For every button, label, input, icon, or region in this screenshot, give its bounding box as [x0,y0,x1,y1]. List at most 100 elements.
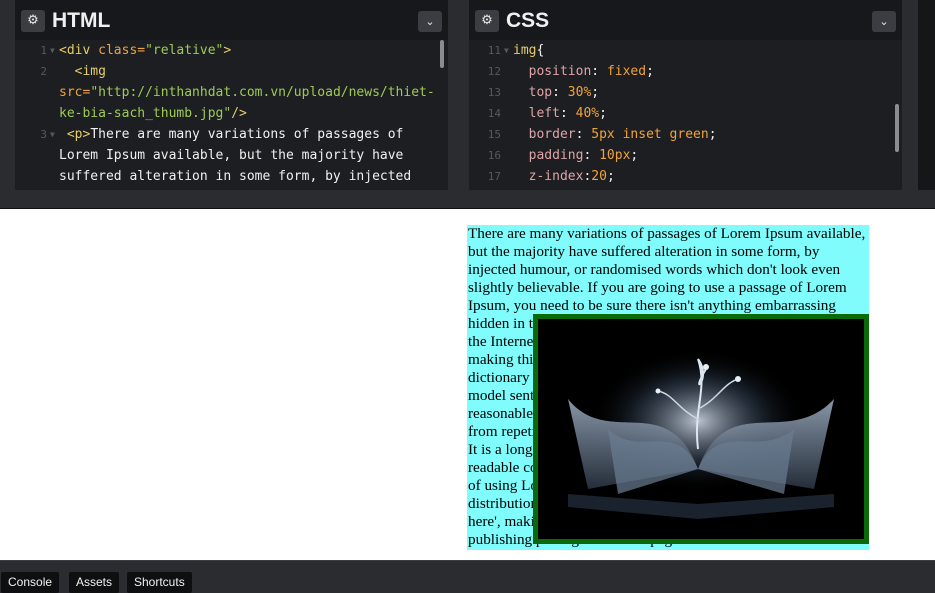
code-token: "relative" [145,43,224,58]
code-token: z-index [513,169,584,184]
code-token: ke-bia-sach_thumb.jpg" [59,106,232,121]
code-token: : [552,85,568,100]
code-token: : [591,64,607,79]
code-token: left [513,106,560,121]
code-text: <p>There are many variations of passages… [59,124,404,145]
code-token: 20 [591,169,607,184]
code-token: ; [606,169,615,184]
code-token: ; [646,64,654,79]
code-text: z-index:20; [513,166,615,187]
code-token: fixed [606,64,647,79]
code-line[interactable]: 11 ▼ img{ [469,40,902,61]
css-settings-gear-icon[interactable]: ⚙ [475,10,499,32]
html-panel-title: HTML [52,9,111,32]
line-number: 15 [487,128,501,141]
code-token: border [513,127,576,142]
code-token: <img [59,64,106,79]
line-number: 17 [487,170,501,183]
code-token: position [513,64,592,79]
code-token: suffered alteration in some form, by inj… [59,169,412,184]
code-token: <p> [59,127,91,142]
code-token: 30% [567,85,592,100]
editor-area: ⚙ HTML ⌄ 1 ▼ <div class="relative"> 2 <img s… [0,0,935,192]
code-token: { [536,43,545,58]
code-token: : [575,127,592,142]
line-number: 12 [487,65,501,78]
code-line[interactable]: 14 left: 40%; [469,103,902,124]
css-collapse-chevron-down-icon[interactable]: ⌄ [872,11,896,32]
line-number: 3 [40,128,47,141]
code-text: border: 5px inset green; [513,124,717,145]
code-line[interactable]: Lorem Ipsum available, but the majority … [15,145,448,166]
code-token: : [583,148,600,163]
code-line[interactable]: 16 padding: 10px; [469,145,902,166]
css-panel-header: ⚙ CSS ⌄ [469,0,902,40]
code-text: padding: 10px; [513,145,639,166]
code-token: 40% [575,106,600,121]
left-edge-gutter [0,0,15,192]
code-token: top [513,85,553,100]
html-collapse-chevron-down-icon[interactable]: ⌄ [418,11,442,32]
console-bar: Console Assets Shortcuts [0,560,935,593]
css-editor-scrollbar[interactable] [895,104,899,152]
code-token: There are many variations of passages of [90,127,404,142]
css-code-editor[interactable]: 11 ▼ img{12 position: fixed; 13 top: 30%; 14… [469,40,902,190]
code-text: suffered alteration in some form, by inj… [59,166,411,187]
code-line[interactable]: suffered alteration in some form, by inj… [15,166,448,187]
line-number: 16 [487,149,501,162]
code-line[interactable]: src="http://inthanhdat.com.vn/upload/new… [15,82,448,103]
code-token: src= [59,85,91,100]
code-text: left: 40%; [513,103,607,124]
preview-fixed-image [533,314,869,544]
result-resize-bar[interactable] [0,190,935,209]
html-panel: ⚙ HTML ⌄ 1 ▼ <div class="relative"> 2 <img s… [15,0,448,190]
html-panel-header: ⚙ HTML ⌄ [15,0,448,40]
code-token: <div [59,43,99,58]
code-token: 5px inset green [591,127,709,142]
line-number: 14 [487,107,501,120]
shortcuts-button[interactable]: Shortcuts [127,572,192,593]
code-token: padding [513,148,584,163]
line-number: 2 [40,65,47,78]
fold-arrow-icon[interactable]: ▼ [504,40,509,61]
css-panel-title: CSS [506,9,550,32]
code-token: ; [708,127,717,142]
code-token: "http://inthanhdat.com.vn/upload/news/th… [90,85,435,100]
code-token: 10px [599,148,631,163]
code-text: ke-bia-sach_thumb.jpg"/> [59,103,247,124]
code-token: /> [231,106,247,121]
console-button[interactable]: Console [1,572,60,593]
code-text: Lorem Ipsum available, but the majority … [59,145,403,166]
book-illustration-icon [548,329,854,529]
code-line[interactable]: 12 position: fixed; [469,61,902,82]
panel-resize-handle[interactable] [448,0,469,192]
code-token: : [559,106,576,121]
code-token: ; [591,85,600,100]
code-line[interactable]: 13 top: 30%; [469,82,902,103]
js-panel-edge [918,0,935,192]
code-line[interactable]: 15 border: 5px inset green; [469,124,902,145]
code-line[interactable]: 3 ▼ <p>There are many variations of passa… [15,124,448,145]
code-line[interactable]: ke-bia-sach_thumb.jpg"/> [15,103,448,124]
html-settings-gear-icon[interactable]: ⚙ [21,10,45,32]
code-line[interactable]: 17 z-index:20; [469,166,902,187]
code-token: > [223,43,232,58]
result-preview: There are many variations of passages of… [0,209,935,560]
code-text: top: 30%; [513,82,599,103]
code-token: Lorem Ipsum available, but the majority … [59,148,404,163]
code-text: src="http://inthanhdat.com.vn/upload/new… [59,82,435,103]
code-line[interactable]: 1 ▼ <div class="relative"> [15,40,448,61]
assets-button[interactable]: Assets [69,572,120,593]
code-token: class= [98,43,146,58]
fold-arrow-icon[interactable]: ▼ [50,40,55,61]
code-token: ; [599,106,607,121]
html-code-editor[interactable]: 1 ▼ <div class="relative"> 2 <img src="http:… [15,40,448,190]
html-editor-scrollbar[interactable] [440,40,444,68]
code-token: img [513,43,537,58]
fold-arrow-icon[interactable]: ▼ [50,124,55,145]
line-number: 13 [487,86,501,99]
code-line[interactable]: 2 <img [15,61,448,82]
css-panel: ⚙ CSS ⌄ 11 ▼ img{12 position: fixed; 13 top… [469,0,902,190]
line-number: 1 [40,44,47,57]
book-image [548,329,854,529]
